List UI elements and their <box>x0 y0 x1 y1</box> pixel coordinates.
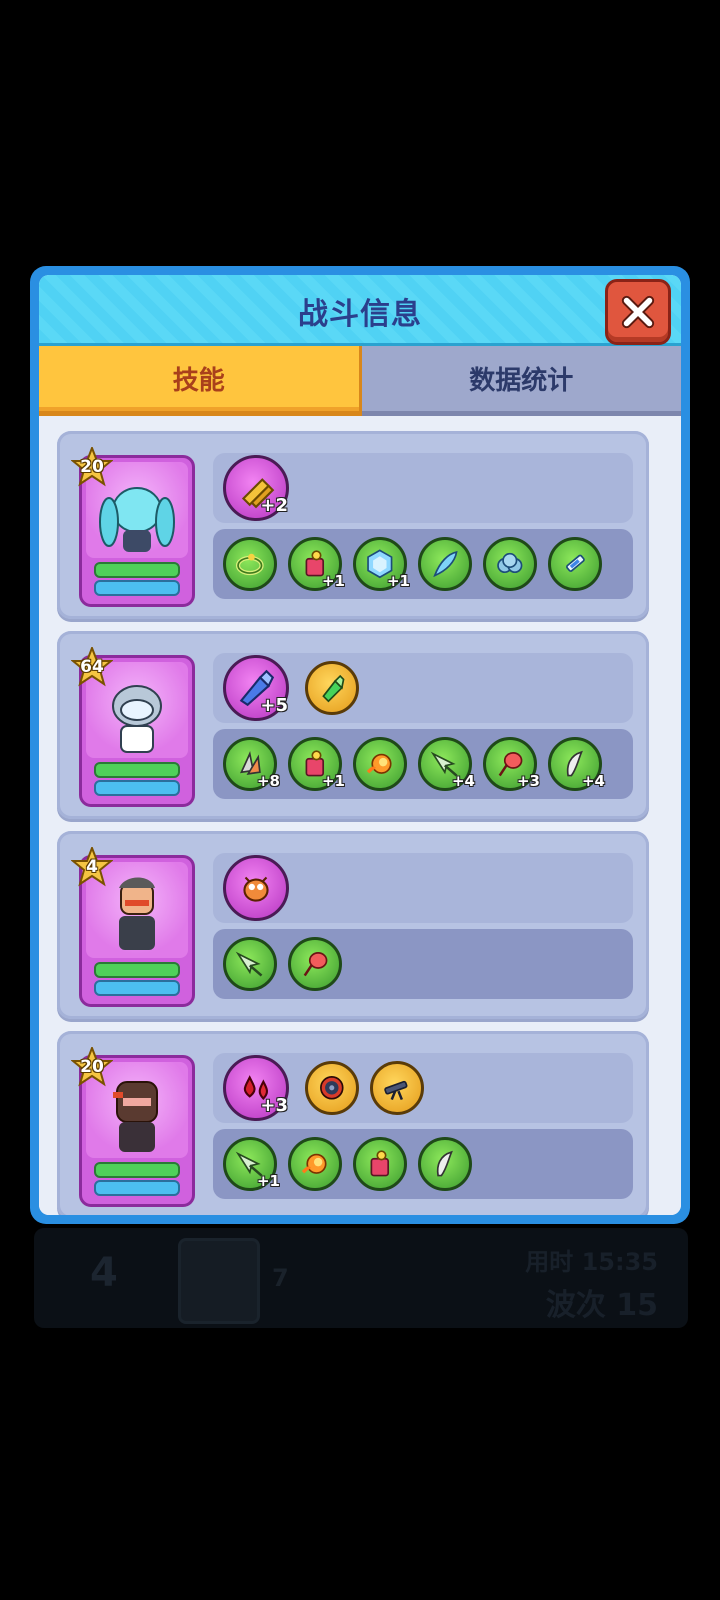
skill-slot[interactable] <box>223 537 277 591</box>
skill-slot[interactable] <box>483 537 537 591</box>
skill-bonus: +1 <box>256 1172 280 1190</box>
skill-bonus: +1 <box>321 572 345 590</box>
hero-card[interactable]: 4 <box>57 831 649 1019</box>
skill-bonus: +4 <box>451 772 475 790</box>
skill-bonus: +2 <box>260 495 288 516</box>
orange-bug-icon <box>243 876 269 902</box>
energy-bar <box>94 980 180 996</box>
skill-slot[interactable] <box>418 1137 472 1191</box>
tab-skills[interactable]: 技能 <box>39 346 362 416</box>
skill-slot[interactable]: +8 <box>223 737 280 791</box>
background-wave: 波次 15 <box>545 1288 658 1323</box>
blue-feather-icon <box>433 551 458 578</box>
health-bar <box>94 962 180 978</box>
energy-bar <box>94 580 180 596</box>
skill-slot[interactable] <box>305 1061 359 1115</box>
skill-slot[interactable]: +1 <box>353 537 410 591</box>
passive-skill-row: +1 <box>213 1129 633 1199</box>
main-skill-row: +2 <box>213 453 633 523</box>
close-icon <box>621 295 655 329</box>
skill-bonus: +1 <box>386 572 410 590</box>
skill-slot[interactable] <box>223 937 277 991</box>
machete-icon <box>437 1150 454 1177</box>
skill-slot[interactable] <box>353 1137 407 1191</box>
energy-bar <box>94 780 180 796</box>
skill-bonus: +3 <box>516 772 540 790</box>
skill-bonus: +3 <box>260 1095 288 1116</box>
dialog-body: 战斗信息 技能 数据统计 20 +2 +1 +1 64 +5 +8 +1 +4 +3 +4 4 20 +3… <box>39 275 681 1215</box>
skill-bonus: +8 <box>256 772 280 790</box>
tab-statistics[interactable]: 数据统计 <box>361 346 681 416</box>
hero-skill-list[interactable]: 20 +2 +1 +1 64 +5 +8 +1 +4 +3 +4 4 20 +3 +1 <box>39 421 681 1215</box>
skill-slot[interactable] <box>288 1137 342 1191</box>
game-screen: 4 7 用时 15:35 波次 15 战斗信息 技能 数据统计 20 +2 +1 +1… <box>0 0 720 1600</box>
hero-level: 64 <box>80 657 104 677</box>
hero-level: 4 <box>86 857 98 877</box>
health-bar <box>94 762 180 778</box>
skill-bonus: +5 <box>260 695 288 716</box>
main-skill-row: +3 <box>213 1053 633 1123</box>
skill-slot[interactable]: +4 <box>418 737 475 791</box>
hero-level: 20 <box>80 1057 104 1077</box>
passive-skill-row: +8 +1 +4 +3 +4 <box>213 729 633 799</box>
main-skill-row <box>213 853 633 923</box>
skill-bonus: +1 <box>321 772 345 790</box>
skill-slot[interactable] <box>353 737 407 791</box>
skill-slot[interactable]: +2 <box>223 455 289 521</box>
fireball-icon <box>367 753 392 775</box>
health-bar <box>94 562 180 578</box>
green-dart-icon <box>235 951 263 977</box>
skill-slot[interactable] <box>370 1061 424 1115</box>
close-button[interactable] <box>605 279 671 345</box>
hero-level: 20 <box>80 457 104 477</box>
background-time: 用时 15:35 <box>525 1248 658 1276</box>
background-rank: 4 <box>90 1250 118 1296</box>
skill-slot[interactable]: +3 <box>483 737 540 791</box>
hero-card[interactable]: 64 +5 +8 +1 +4 +3 +4 <box>57 631 649 819</box>
skill-slot[interactable] <box>305 661 359 715</box>
skill-slot[interactable]: +4 <box>548 737 605 791</box>
green-bullet-icon <box>322 675 345 703</box>
passive-skill-row <box>213 929 633 999</box>
skill-slot[interactable] <box>288 937 342 991</box>
battle-info-dialog: 战斗信息 技能 数据统计 20 +2 +1 +1 64 +5 +8 +1 +4 +3 +4 4 20 +3… <box>30 266 690 1224</box>
title-bar: 战斗信息 <box>39 275 681 346</box>
skill-slot[interactable] <box>418 537 472 591</box>
passive-skill-row: +1 +1 <box>213 529 633 599</box>
red-balloon-icon <box>303 952 328 977</box>
skill-slot[interactable] <box>548 537 602 591</box>
gatling-wheel-icon <box>320 1076 344 1100</box>
main-skill-row: +5 <box>213 653 633 723</box>
skill-bonus: +4 <box>581 772 605 790</box>
background-number: 7 <box>272 1264 289 1292</box>
skill-slot[interactable]: +1 <box>288 737 345 791</box>
background-thumbnail <box>178 1238 260 1324</box>
skill-slot[interactable]: +5 <box>223 655 289 721</box>
hero-card[interactable]: 20 +2 +1 +1 <box>57 431 649 619</box>
skill-slot[interactable]: +1 <box>288 537 345 591</box>
syringe-icon <box>566 554 586 573</box>
dialog-title: 战斗信息 <box>298 297 422 332</box>
skill-slot[interactable]: +3 <box>223 1055 289 1121</box>
fireball-icon <box>302 1153 327 1175</box>
hero-card[interactable]: 20 +3 +1 <box>57 1031 649 1215</box>
tab-bar: 技能 数据统计 <box>39 346 681 416</box>
health-bar <box>94 1162 180 1178</box>
skill-slot[interactable] <box>223 855 289 921</box>
background-result-row: 4 7 用时 15:35 波次 15 <box>34 1228 688 1328</box>
green-ring-icon <box>236 553 264 576</box>
skill-slot[interactable]: +1 <box>223 1137 280 1191</box>
energy-bar <box>94 1180 180 1196</box>
telescope-gun-icon <box>384 1081 408 1101</box>
soda-can-icon <box>370 1150 390 1177</box>
blue-cloud-icon <box>497 553 523 574</box>
